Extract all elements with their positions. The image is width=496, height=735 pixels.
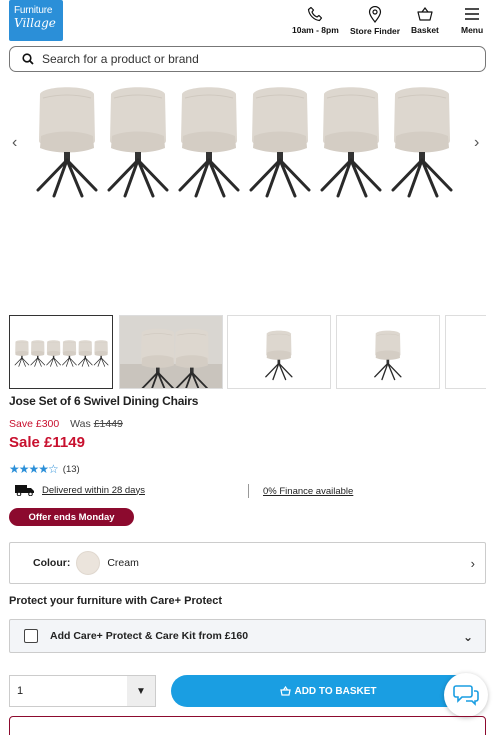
colour-label: Colour: xyxy=(33,557,71,569)
add-to-basket-label: ADD TO BASKET xyxy=(294,685,377,697)
basket-icon xyxy=(417,7,433,21)
chat-bubbles-icon xyxy=(453,685,479,706)
thumbnail-2[interactable] xyxy=(119,315,223,389)
phone-icon xyxy=(308,6,323,22)
product-rating[interactable]: ★★★★☆ (13) xyxy=(9,462,80,476)
caret-down-icon: ▼ xyxy=(127,676,155,706)
basket-small-icon xyxy=(280,686,292,696)
review-count: (13) xyxy=(62,463,80,475)
finance-link[interactable]: 0% Finance available xyxy=(263,486,353,497)
site-header: Furniture Village 10am - 8pm Store Finde… xyxy=(0,0,496,44)
chat-button[interactable] xyxy=(444,673,488,717)
location-pin-icon xyxy=(368,6,382,23)
furniture-village-logo[interactable]: Furniture Village xyxy=(9,0,63,41)
opening-hours-link[interactable]: 10am - 8pm xyxy=(292,6,339,35)
colour-value: Cream xyxy=(107,557,139,569)
thumbnail-4[interactable] xyxy=(336,315,440,389)
price-summary: Save £300 Was £1449 xyxy=(9,418,123,430)
add-to-basket-button[interactable]: ADD TO BASKET xyxy=(171,675,486,707)
delivery-link[interactable]: Delivered within 28 days xyxy=(42,485,145,496)
care-protect-checkbox[interactable] xyxy=(24,629,38,643)
search-input[interactable] xyxy=(42,52,442,66)
hours-label: 10am - 8pm xyxy=(292,25,339,35)
save-amount: Save £300 xyxy=(9,418,60,430)
logo-line-2: Village xyxy=(14,16,56,30)
colour-swatch xyxy=(76,551,101,575)
store-finder-link[interactable]: Store Finder xyxy=(350,6,400,36)
was-label: Was xyxy=(70,418,91,430)
gallery-prev-arrow-icon[interactable]: ‹ xyxy=(12,134,17,152)
care-protect-label: Add Care+ Protect & Care Kit from £160 xyxy=(50,630,249,642)
bottom-offer-panel xyxy=(9,716,486,735)
thumbnail-5[interactable] xyxy=(445,315,486,389)
thumbnail-3[interactable] xyxy=(227,315,331,389)
rating-stars-icon: ★★★★☆ xyxy=(9,462,59,476)
delivery-truck-icon xyxy=(15,485,34,496)
colour-selector[interactable]: Colour: Cream › xyxy=(9,542,486,584)
search-bar[interactable] xyxy=(9,46,486,72)
thumbnail-1[interactable] xyxy=(9,315,113,389)
product-title: Jose Set of 6 Swivel Dining Chairs xyxy=(9,394,199,408)
menu-label: Menu xyxy=(461,25,484,35)
was-price: Was £1449 xyxy=(70,418,123,430)
was-price-value: £1449 xyxy=(93,418,123,430)
quantity-value: 1 xyxy=(17,685,24,697)
offer-badge: Offer ends Monday xyxy=(9,508,134,526)
protect-heading: Protect your furniture with Care+ Protec… xyxy=(9,595,223,607)
thumbnail-strip xyxy=(9,315,486,390)
chevron-down-icon[interactable]: ⌄ xyxy=(463,630,473,644)
search-icon xyxy=(22,53,34,65)
finance-info: 0% Finance available xyxy=(263,486,353,497)
sale-price: Sale £1149 xyxy=(9,434,85,451)
quantity-select[interactable]: 1 ▼ xyxy=(9,675,156,707)
care-protect-option[interactable]: Add Care+ Protect & Care Kit from £160 ⌄ xyxy=(9,619,486,653)
main-product-image xyxy=(36,86,453,198)
logo-line-1: Furniture xyxy=(14,5,53,16)
delivery-info: Delivered within 28 days xyxy=(14,484,145,496)
hamburger-icon xyxy=(465,8,480,20)
menu-button[interactable]: Menu xyxy=(461,6,483,35)
chevron-right-icon: › xyxy=(470,556,475,571)
gallery-next-arrow-icon[interactable]: › xyxy=(474,134,479,152)
basket-label: Basket xyxy=(411,25,439,35)
info-divider xyxy=(248,484,249,498)
product-image-gallery: ‹ › xyxy=(0,80,496,205)
basket-link[interactable]: Basket xyxy=(411,6,439,35)
store-finder-label: Store Finder xyxy=(350,26,401,36)
